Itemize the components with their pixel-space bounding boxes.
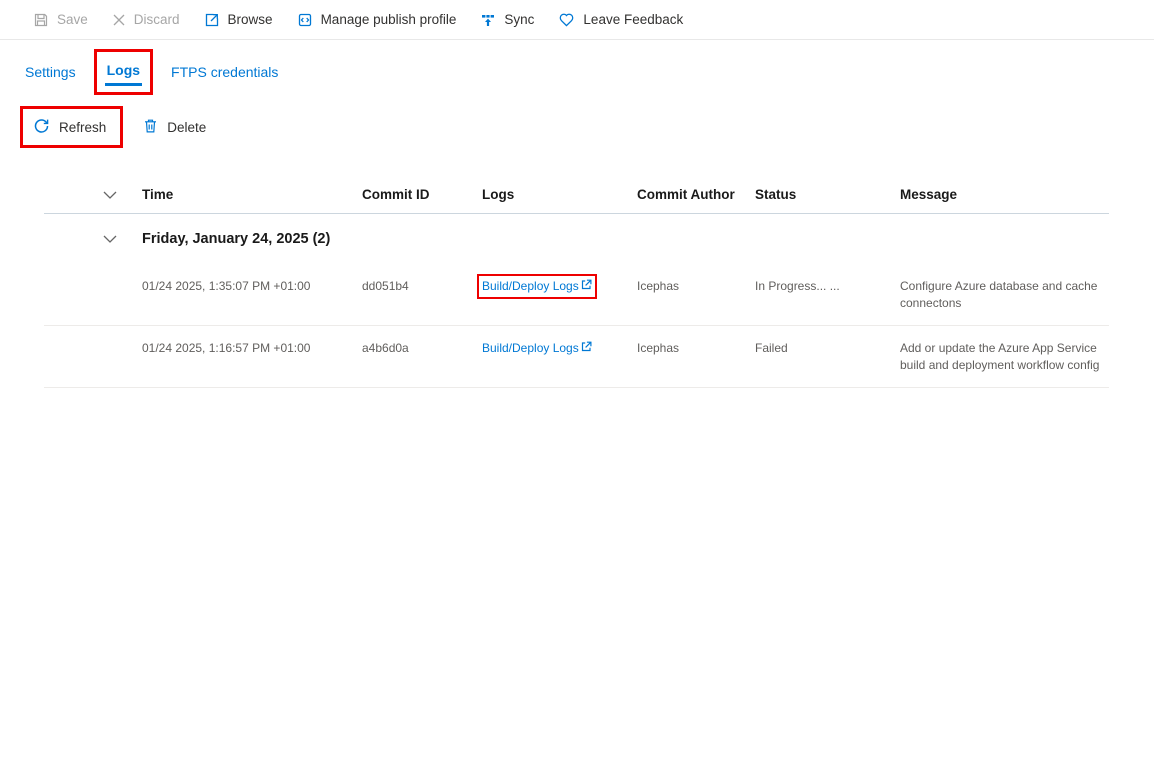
cell-commit-id: dd051b4 <box>362 278 482 295</box>
cell-message: Configure Azure database and cache conne… <box>900 278 1109 312</box>
tab-ftps-credentials[interactable]: FTPS credentials <box>171 54 278 90</box>
tab-settings-label: Settings <box>25 64 76 80</box>
browse-button[interactable]: Browse <box>192 0 285 39</box>
save-button[interactable]: Save <box>33 0 100 39</box>
browse-label: Browse <box>228 12 273 27</box>
discard-icon <box>112 13 126 27</box>
group-collapse-chevron[interactable] <box>103 235 117 243</box>
column-header-commit-id: Commit ID <box>362 187 482 202</box>
browse-icon <box>204 12 220 28</box>
cell-message: Add or update the Azure App Service buil… <box>900 340 1109 374</box>
column-header-commit-author: Commit Author <box>637 187 755 202</box>
tab-settings[interactable]: Settings <box>25 54 76 90</box>
leave-feedback-button[interactable]: Leave Feedback <box>546 0 695 39</box>
discard-label: Discard <box>134 12 180 27</box>
build-deploy-logs-link[interactable]: Build/Deploy Logs <box>477 274 597 299</box>
cell-time: 01/24 2025, 1:16:57 PM +01:00 <box>142 340 362 357</box>
discard-button[interactable]: Discard <box>100 0 192 39</box>
tab-ftps-credentials-label: FTPS credentials <box>171 64 278 80</box>
cell-commit-author: Icephas <box>637 340 755 357</box>
publish-profile-icon <box>297 12 313 28</box>
table-header-row: Time Commit ID Logs Commit Author Status… <box>44 176 1109 214</box>
cell-status: Failed <box>755 340 900 357</box>
build-deploy-logs-label: Build/Deploy Logs <box>482 340 579 357</box>
date-group-label: Friday, January 24, 2025 (2) <box>142 231 1109 247</box>
tab-logs[interactable]: Logs <box>94 49 153 95</box>
save-label: Save <box>57 12 88 27</box>
external-link-icon <box>581 340 592 357</box>
manage-publish-profile-button[interactable]: Manage publish profile <box>285 0 469 39</box>
delete-icon <box>143 118 158 137</box>
table-row: 01/24 2025, 1:35:07 PM +01:00 dd051b4 Bu… <box>44 264 1109 326</box>
column-header-message: Message <box>900 187 1109 202</box>
manage-publish-profile-label: Manage publish profile <box>321 12 457 27</box>
tab-bar: Settings Logs FTPS credentials <box>0 49 1154 95</box>
cell-time: 01/24 2025, 1:35:07 PM +01:00 <box>142 278 362 295</box>
heart-icon <box>558 12 575 28</box>
delete-label: Delete <box>167 120 206 135</box>
date-group-row: Friday, January 24, 2025 (2) <box>44 214 1109 264</box>
command-toolbar: Save Discard Browse Manage publish profi… <box>0 0 1154 40</box>
cell-status: In Progress... ... <box>755 278 900 295</box>
delete-button[interactable]: Delete <box>131 110 218 145</box>
build-deploy-logs-label: Build/Deploy Logs <box>482 278 579 295</box>
logs-table: Time Commit ID Logs Commit Author Status… <box>44 176 1109 388</box>
sync-icon <box>480 12 496 28</box>
table-row: 01/24 2025, 1:16:57 PM +01:00 a4b6d0a Bu… <box>44 326 1109 388</box>
column-header-status: Status <box>755 187 900 202</box>
build-deploy-logs-link[interactable]: Build/Deploy Logs <box>482 340 592 357</box>
tab-logs-label: Logs <box>105 62 142 86</box>
external-link-icon <box>581 278 592 295</box>
refresh-button[interactable]: Refresh <box>20 106 123 148</box>
sync-button[interactable]: Sync <box>468 0 546 39</box>
column-header-time: Time <box>142 187 362 202</box>
save-icon <box>33 12 49 28</box>
refresh-icon <box>33 117 50 137</box>
logs-command-bar: Refresh Delete <box>20 106 1154 148</box>
collapse-all-chevron[interactable] <box>103 191 117 199</box>
column-header-logs: Logs <box>482 187 637 202</box>
refresh-label: Refresh <box>59 120 106 135</box>
cell-commit-id: a4b6d0a <box>362 340 482 357</box>
leave-feedback-label: Leave Feedback <box>583 12 683 27</box>
cell-commit-author: Icephas <box>637 278 755 295</box>
sync-label: Sync <box>504 12 534 27</box>
